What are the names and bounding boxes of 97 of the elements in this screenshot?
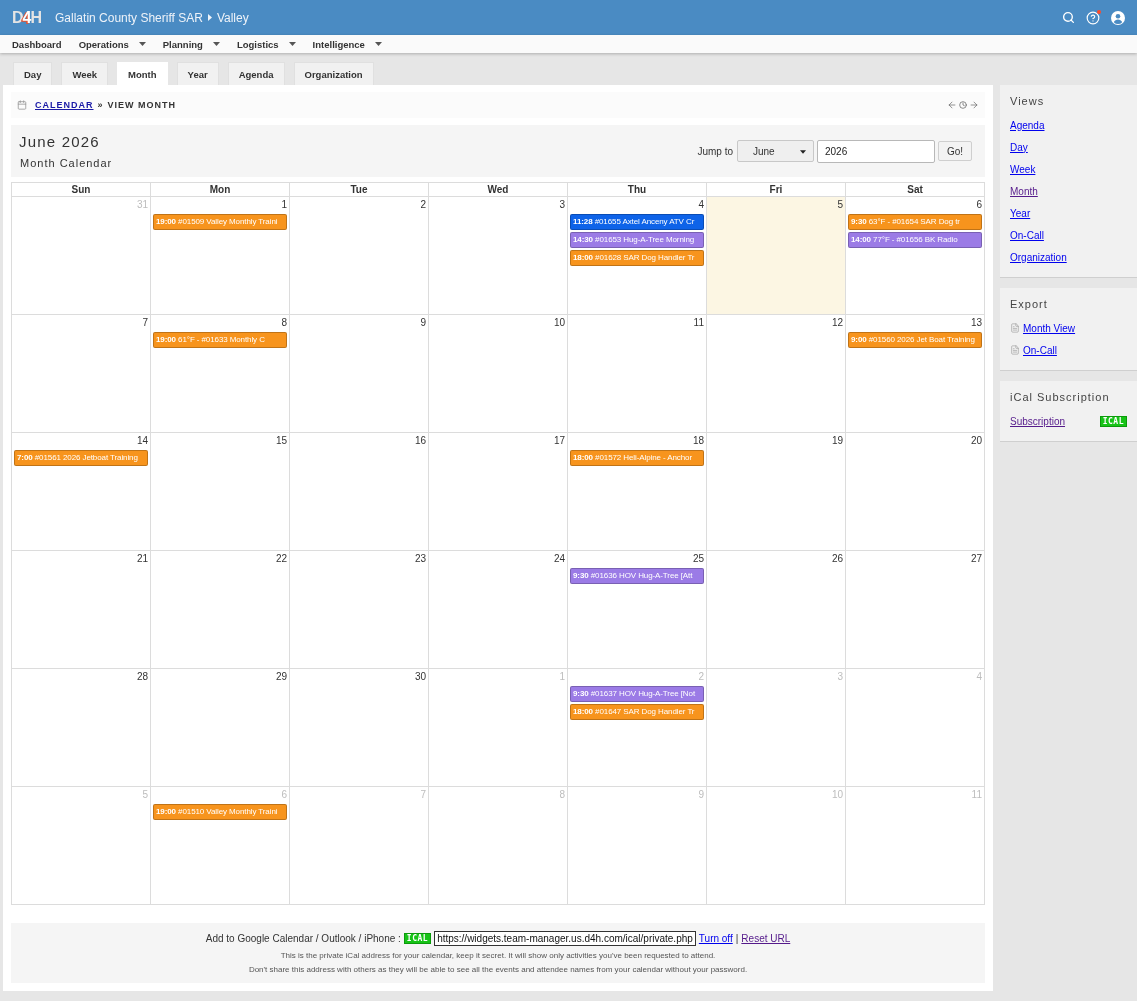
day-number: 19 (831, 434, 844, 447)
breadcrumb-separator: » (97, 100, 104, 110)
arrow-left-icon[interactable] (947, 100, 957, 110)
day-number: 5 (837, 198, 844, 211)
day-number: 5 (142, 788, 149, 801)
day-number: 9 (420, 316, 427, 329)
day-number: 22 (275, 552, 288, 565)
month-subheading: Month Calendar (20, 157, 113, 169)
menu-item[interactable]: Dashboard (12, 38, 62, 50)
arrow-right-icon[interactable] (969, 100, 979, 110)
sidebar-link[interactable]: On-Call (1010, 229, 1044, 241)
menu-item[interactable]: Logistics (236, 38, 296, 50)
day-number: 6 (281, 788, 288, 801)
day-number: 8 (281, 316, 288, 329)
sidebar-link[interactable]: Year (1010, 207, 1031, 219)
day-number: 27 (970, 552, 983, 565)
privacy-note: This is the private iCal address for your calendar, keep it secret. It will show only activities you've been requested to attend. (280, 951, 716, 960)
ical-url-field[interactable]: https://widgets.team-manager.us.d4h.com/ical/private.php (434, 931, 696, 946)
day-number: 9 (698, 788, 705, 801)
day-number: 30 (414, 670, 427, 683)
view-tab[interactable]: Day (13, 62, 53, 85)
panel-title: Views (1010, 95, 1046, 107)
sidebar-link[interactable]: Agenda (1010, 119, 1045, 131)
day-number: 7 (142, 316, 149, 329)
day-number: 29 (275, 670, 288, 683)
menu-item[interactable]: Intelligence (312, 38, 382, 50)
day-number: 4 (976, 670, 983, 683)
view-tab[interactable]: Year (176, 62, 219, 85)
year-field[interactable]: 2026 (817, 139, 935, 163)
breadcrumb-current: VIEW MONTH (107, 100, 176, 110)
ical-label: Add to Google Calendar / Outlook / iPhone : (205, 933, 401, 944)
day-number: 23 (414, 552, 427, 565)
sidebar-link[interactable]: On-Call (1023, 344, 1057, 356)
day-number: 2 (420, 198, 427, 211)
ical-badge: ICAL (1099, 415, 1127, 427)
day-number: 10 (831, 788, 844, 801)
sidebar-link[interactable]: Day (1010, 141, 1028, 153)
go-button[interactable]: Go! (938, 141, 972, 161)
day-number: 2 (698, 670, 705, 683)
sidebar-link[interactable]: Subscription (1010, 415, 1066, 427)
day-number: 3 (837, 670, 844, 683)
footer-link[interactable]: Turn off (698, 933, 733, 944)
privacy-note: Don't share this address with others as they will be able to see all the events and attendee names from your calendar without your password. (248, 965, 748, 974)
day-number: 12 (831, 316, 844, 329)
logo[interactable]: D4H (12, 8, 42, 27)
view-tab[interactable]: Week (61, 62, 109, 85)
day-number: 14 (136, 434, 149, 447)
day-number: 20 (970, 434, 983, 447)
breadcrumb-link[interactable]: CALENDAR (35, 100, 94, 110)
file-icon (1010, 345, 1020, 355)
day-number: 16 (414, 434, 427, 447)
view-tab[interactable]: Agenda (227, 62, 285, 85)
event-link[interactable]: 11:28 #01655 Axtel Anceny ATV Cr (570, 214, 704, 230)
day-number: 28 (136, 670, 149, 683)
search-icon[interactable] (1062, 11, 1075, 24)
footer-link[interactable]: Reset URL (741, 933, 791, 944)
day-number: 3 (559, 198, 566, 211)
panel-title: Export (1010, 298, 1049, 310)
day-number: 6 (976, 198, 983, 211)
day-number: 25 (692, 552, 705, 565)
caret-right-icon (207, 14, 212, 21)
day-number: 1 (559, 670, 566, 683)
menu-item[interactable]: Operations (78, 38, 146, 50)
menu-item[interactable]: Planning (162, 38, 220, 50)
day-number: 8 (559, 788, 566, 801)
day-number: 26 (831, 552, 844, 565)
month-select[interactable]: June (737, 140, 814, 162)
sidebar-link[interactable]: Month View (1023, 322, 1076, 334)
jump-label: Jump to (697, 145, 733, 157)
day-number: 21 (136, 552, 149, 565)
day-number: 11 (693, 316, 705, 329)
day-number: 13 (970, 316, 983, 329)
day-number: 1 (281, 198, 288, 211)
help-icon[interactable] (1086, 10, 1100, 25)
sidebar-link[interactable]: Month (1010, 185, 1038, 197)
clock-icon[interactable] (959, 101, 967, 109)
panel-title: iCal Subscription (1010, 391, 1111, 403)
calendar-icon (17, 100, 27, 110)
file-icon (1010, 323, 1020, 333)
caret-down-icon (800, 150, 806, 154)
day-number: 4 (698, 198, 705, 211)
day-number: 18 (692, 434, 705, 447)
month-heading: June 2026 (19, 133, 101, 150)
day-number: 24 (553, 552, 566, 565)
view-tab[interactable]: Month (117, 62, 168, 85)
user-avatar-icon[interactable] (1111, 10, 1125, 25)
day-number: 7 (420, 788, 427, 801)
sidebar-link[interactable]: Organization (1010, 251, 1067, 263)
link-separator: | (735, 933, 739, 944)
day-number: 11 (971, 788, 983, 801)
ical-badge: ICAL (403, 933, 432, 944)
day-number: 17 (553, 434, 566, 447)
sidebar-link[interactable]: Week (1010, 163, 1036, 175)
view-tab[interactable]: Organization (293, 62, 374, 85)
day-number: 31 (136, 198, 149, 211)
day-number: 10 (553, 316, 566, 329)
day-number: 15 (275, 434, 288, 447)
